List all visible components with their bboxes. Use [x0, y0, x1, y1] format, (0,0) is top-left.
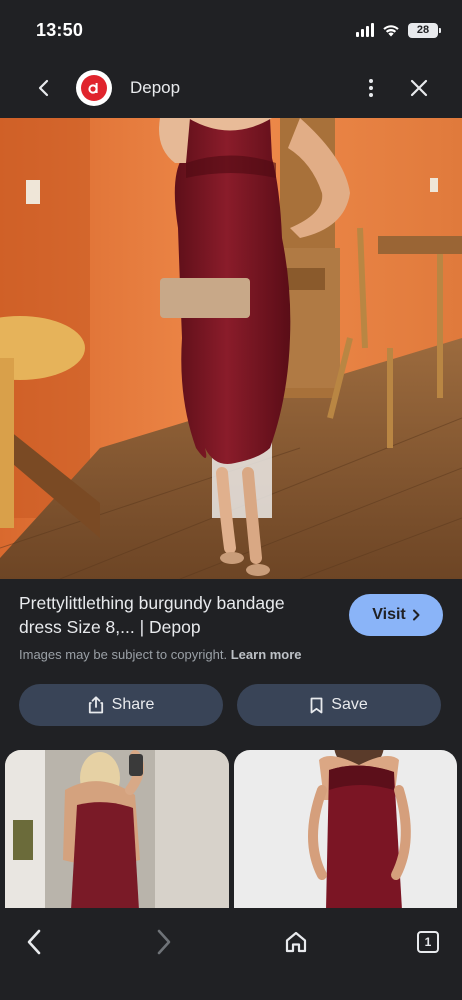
nav-forward-button[interactable]	[140, 918, 188, 966]
related-image-1[interactable]	[5, 750, 229, 910]
share-button[interactable]: Share	[19, 684, 223, 726]
copyright-text: Images may be subject to copyright.	[19, 647, 228, 662]
home-icon	[285, 931, 307, 953]
main-image[interactable]	[0, 118, 462, 579]
status-time: 13:50	[36, 19, 84, 40]
nav-tabs-button[interactable]: 1	[404, 918, 452, 966]
site-logo	[76, 70, 112, 106]
chevron-right-icon	[412, 609, 420, 621]
tab-count: 1	[417, 931, 439, 953]
bookmark-icon	[310, 697, 323, 713]
more-vert-icon	[369, 79, 373, 97]
status-icons: 28	[356, 22, 441, 38]
depop-d-mark	[88, 83, 98, 94]
share-label: Share	[111, 696, 155, 713]
site-name[interactable]: Depop	[130, 78, 180, 98]
nav-home-button[interactable]	[272, 918, 320, 966]
learn-more-link[interactable]: Learn more	[231, 647, 302, 662]
nav-back-button[interactable]	[10, 918, 58, 966]
save-label: Save	[331, 696, 368, 713]
back-icon	[38, 79, 49, 97]
battery-indicator: 28	[408, 22, 441, 38]
result-info: Prettylittlething burgundy bandage dress…	[19, 591, 443, 662]
result-title[interactable]: Prettylittlething burgundy bandage dress…	[19, 591, 329, 639]
close-icon	[410, 79, 428, 97]
viewer-header: Depop	[0, 60, 462, 116]
action-bar: Share Save	[19, 684, 441, 726]
related-photo-1	[5, 750, 229, 910]
bottom-navigation: 1	[0, 908, 462, 1000]
signal-icon	[356, 23, 374, 37]
depop-logo-icon	[81, 75, 107, 101]
wifi-icon	[383, 25, 399, 37]
back-arrow-icon	[27, 929, 41, 955]
dress-photo	[0, 118, 462, 579]
related-image-2[interactable]	[233, 750, 457, 910]
share-icon	[88, 696, 103, 714]
visit-button[interactable]: Visit	[349, 594, 443, 636]
close-button[interactable]	[402, 71, 436, 105]
forward-icon	[157, 929, 171, 955]
related-images	[5, 750, 457, 910]
back-button[interactable]	[24, 68, 64, 108]
related-photo-2	[233, 750, 457, 910]
more-options-button[interactable]	[354, 71, 388, 105]
save-button[interactable]: Save	[237, 684, 441, 726]
copyright-notice: Images may be subject to copyright. Lear…	[19, 647, 443, 662]
status-bar: 13:50 28	[0, 0, 462, 60]
visit-label: Visit	[372, 606, 406, 623]
